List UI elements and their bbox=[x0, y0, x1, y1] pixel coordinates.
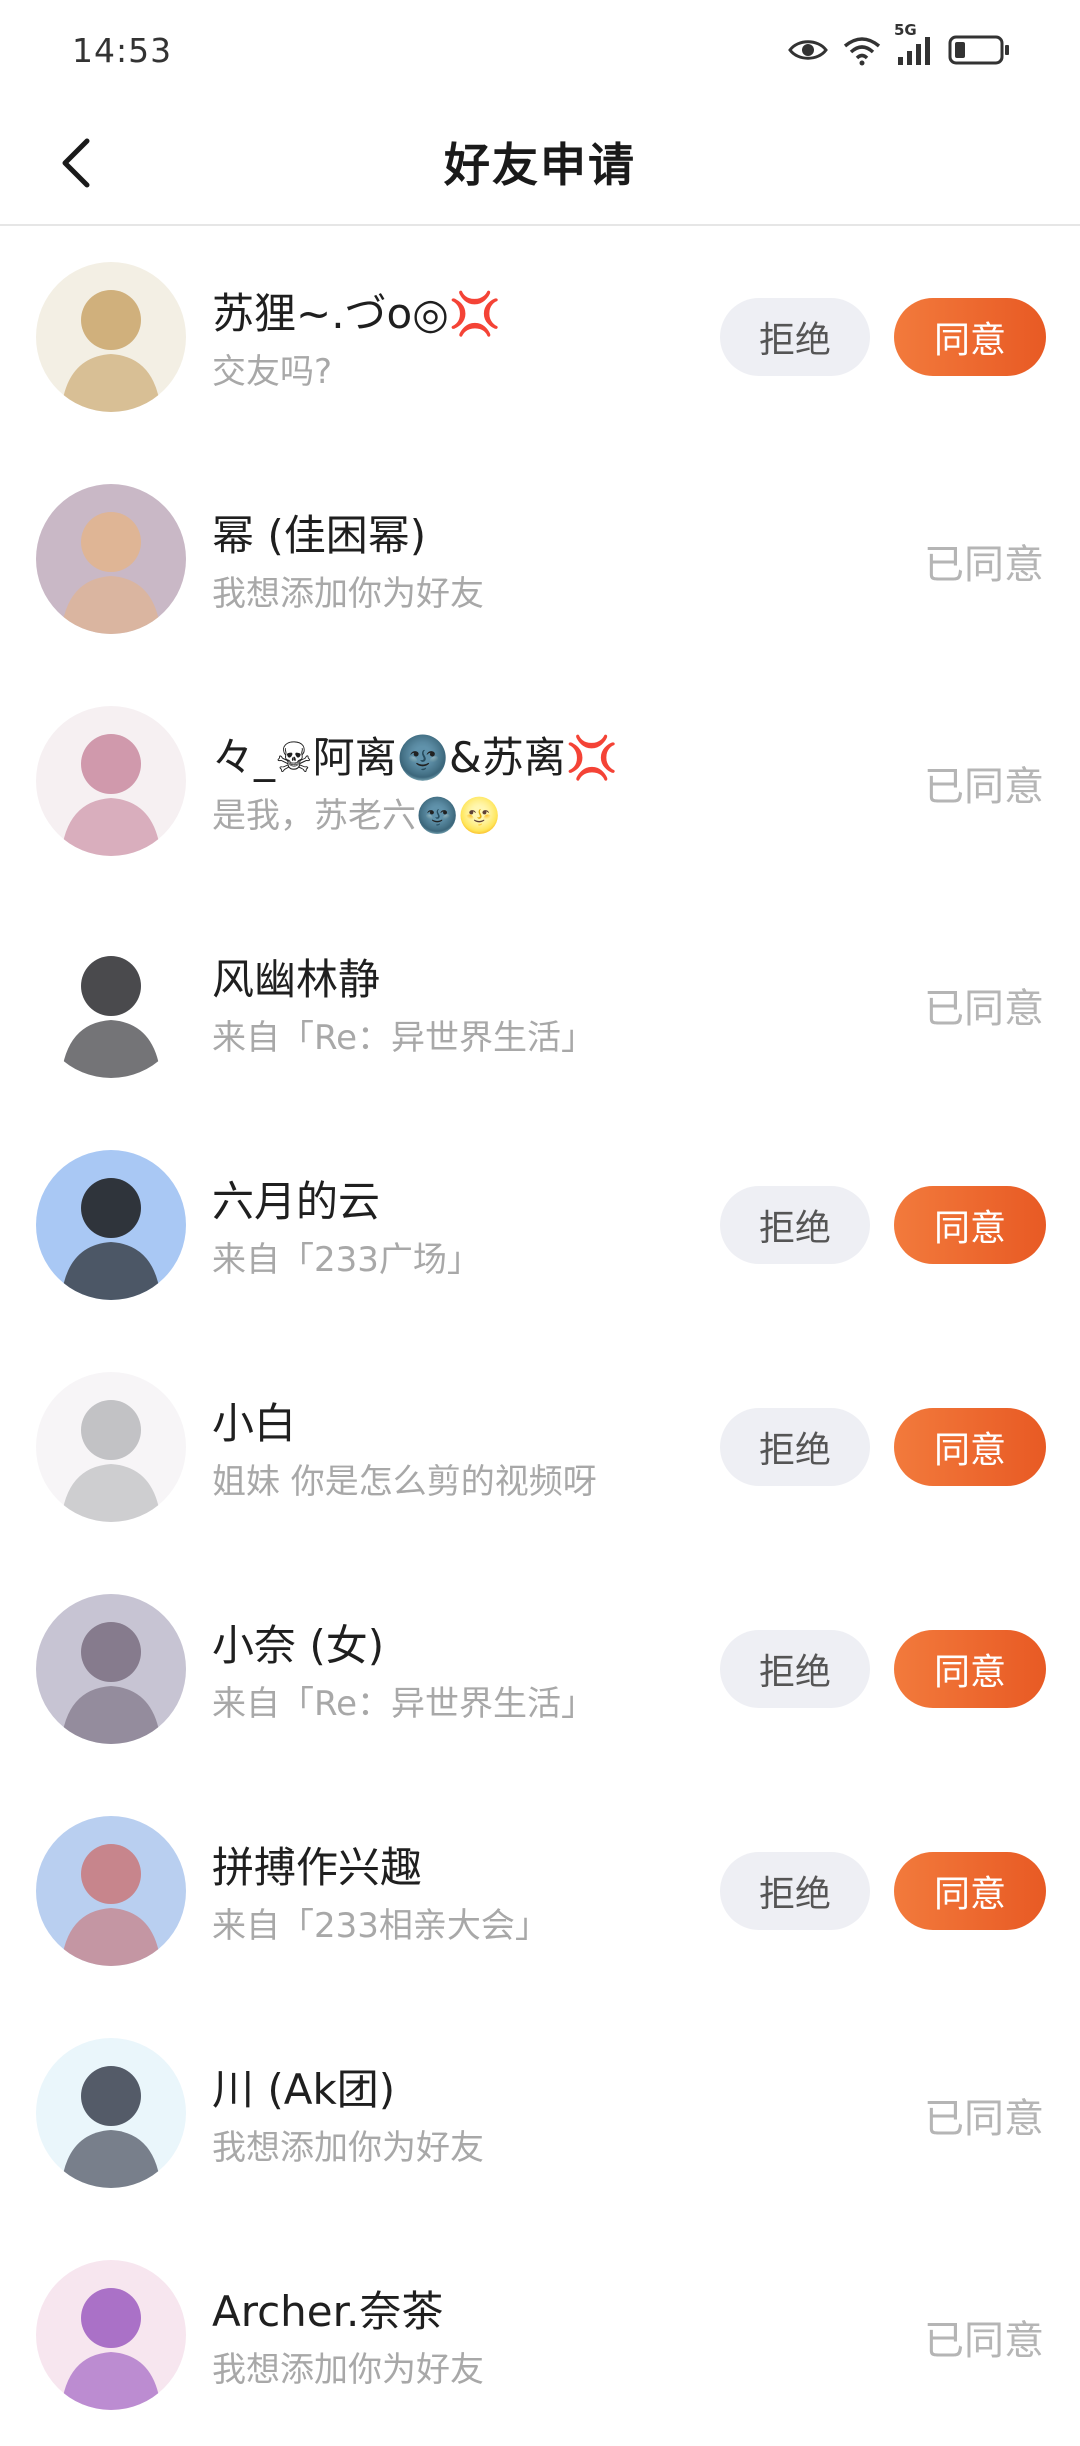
avatar[interactable] bbox=[36, 484, 186, 634]
avatar-head bbox=[81, 290, 141, 350]
request-message: 来自「233广场」 bbox=[212, 1240, 481, 1280]
avatar[interactable] bbox=[36, 2260, 186, 2410]
chevron-left-icon bbox=[62, 138, 90, 188]
avatar[interactable] bbox=[36, 1816, 186, 1966]
agree-button[interactable]: 同意 bbox=[894, 1186, 1046, 1264]
accepted-status: 已同意 bbox=[924, 2318, 1044, 2364]
requester-name: 小奈 (女) bbox=[212, 1621, 385, 1670]
requester-name: 小白 bbox=[212, 1399, 297, 1448]
avatar-head bbox=[81, 734, 141, 794]
avatar-head bbox=[81, 1622, 141, 1682]
request-message: 我想添加你为好友 bbox=[212, 574, 484, 614]
avatar-head bbox=[81, 956, 141, 1016]
avatar[interactable] bbox=[36, 928, 186, 1078]
accepted-status: 已同意 bbox=[924, 764, 1044, 810]
accepted-status: 已同意 bbox=[924, 986, 1044, 1032]
reject-button[interactable]: 拒绝 bbox=[720, 1186, 870, 1264]
request-message: 姐妹 你是怎么剪的视频呀 bbox=[212, 1462, 597, 1502]
avatar[interactable] bbox=[36, 2038, 186, 2188]
friend-request-row[interactable]: 川 (Ak团) 我想添加你为好友 已同意 bbox=[0, 2002, 1080, 2224]
friend-request-row[interactable]: Archer.奈茶我想添加你为好友 已同意 bbox=[0, 2224, 1080, 2446]
avatar[interactable] bbox=[36, 1594, 186, 1744]
agree-button[interactable]: 同意 bbox=[894, 1630, 1046, 1708]
friend-request-list: 苏狸~.づo◎💢 交友吗? 拒绝 同意幂 (佳困幂) 我想添加你为好友 已同意 々_☠阿离🌚… bbox=[0, 226, 1080, 2446]
agree-button[interactable]: 同意 bbox=[894, 298, 1046, 376]
avatar-head bbox=[81, 2288, 141, 2348]
eye-icon bbox=[788, 37, 828, 63]
requester-name: 川 (Ak团) bbox=[212, 2065, 396, 2114]
friend-request-row[interactable]: 风幽林静来自「Re：异世界生活」 已同意 bbox=[0, 892, 1080, 1114]
status-bar: 14:53 5G bbox=[0, 0, 1080, 100]
avatar-head bbox=[81, 2066, 141, 2126]
request-message: 是我，苏老六🌚🌝 bbox=[212, 796, 501, 836]
friend-request-row[interactable]: 小奈 (女) 来自「Re：异世界生活」 拒绝 同意 bbox=[0, 1558, 1080, 1780]
requester-name: 六月的云 bbox=[212, 1177, 381, 1226]
avatar[interactable] bbox=[36, 706, 186, 856]
requester-name: 拼搏作兴趣 bbox=[212, 1843, 423, 1892]
avatar-head bbox=[81, 1400, 141, 1460]
friend-request-row[interactable]: 々_☠阿离🌚&苏离💢 是我，苏老六🌚🌝 已同意 bbox=[0, 670, 1080, 892]
friend-request-row[interactable]: 六月的云来自「233广场」 拒绝 同意 bbox=[0, 1114, 1080, 1336]
accepted-status: 已同意 bbox=[924, 542, 1044, 588]
avatar[interactable] bbox=[36, 262, 186, 412]
reject-button[interactable]: 拒绝 bbox=[720, 1630, 870, 1708]
request-message: 我想添加你为好友 bbox=[212, 2350, 484, 2390]
network-label: 5G bbox=[894, 21, 917, 39]
avatar[interactable] bbox=[36, 1150, 186, 1300]
requester-name: Archer.奈茶 bbox=[212, 2287, 444, 2336]
friend-request-row[interactable]: 小白姐妹 你是怎么剪的视频呀 拒绝 同意 bbox=[0, 1336, 1080, 1558]
request-message: 来自「Re：异世界生活」 bbox=[212, 1684, 596, 1724]
signal-icon: 5G bbox=[894, 21, 934, 67]
back-button[interactable] bbox=[40, 126, 114, 200]
status-time: 14:53 bbox=[72, 30, 173, 70]
requester-name: 々_☠阿离🌚&苏离💢 bbox=[212, 733, 618, 782]
requester-name: 幂 (佳困幂) bbox=[212, 511, 427, 560]
reject-button[interactable]: 拒绝 bbox=[720, 298, 870, 376]
agree-button[interactable]: 同意 bbox=[894, 1408, 1046, 1486]
friend-request-row[interactable]: 拼搏作兴趣来自「233相亲大会」 拒绝 同意 bbox=[0, 1780, 1080, 2002]
avatar[interactable] bbox=[36, 1372, 186, 1522]
wifi-icon bbox=[842, 34, 882, 66]
reject-button[interactable]: 拒绝 bbox=[720, 1852, 870, 1930]
request-message: 我想添加你为好友 bbox=[212, 2128, 484, 2168]
avatar-head bbox=[81, 1178, 141, 1238]
requester-name: 苏狸~.づo◎💢 bbox=[212, 289, 502, 338]
agree-button[interactable]: 同意 bbox=[894, 1852, 1046, 1930]
requester-name: 风幽林静 bbox=[212, 955, 381, 1004]
friend-request-row[interactable]: 苏狸~.づo◎💢 交友吗? 拒绝 同意 bbox=[0, 226, 1080, 448]
request-message: 交友吗? bbox=[212, 352, 333, 392]
request-message: 来自「233相亲大会」 bbox=[212, 1906, 549, 1946]
avatar-head bbox=[81, 512, 141, 572]
avatar-head bbox=[81, 1844, 141, 1904]
header: 好友申请 bbox=[0, 100, 1080, 226]
accepted-status: 已同意 bbox=[924, 2096, 1044, 2142]
status-icons: 5G bbox=[788, 21, 1010, 67]
friend-request-row[interactable]: 幂 (佳困幂) 我想添加你为好友 已同意 bbox=[0, 448, 1080, 670]
reject-button[interactable]: 拒绝 bbox=[720, 1408, 870, 1486]
battery-icon bbox=[948, 34, 1010, 66]
request-message: 来自「Re：异世界生活」 bbox=[212, 1018, 596, 1058]
page-title: 好友申请 bbox=[444, 138, 636, 192]
